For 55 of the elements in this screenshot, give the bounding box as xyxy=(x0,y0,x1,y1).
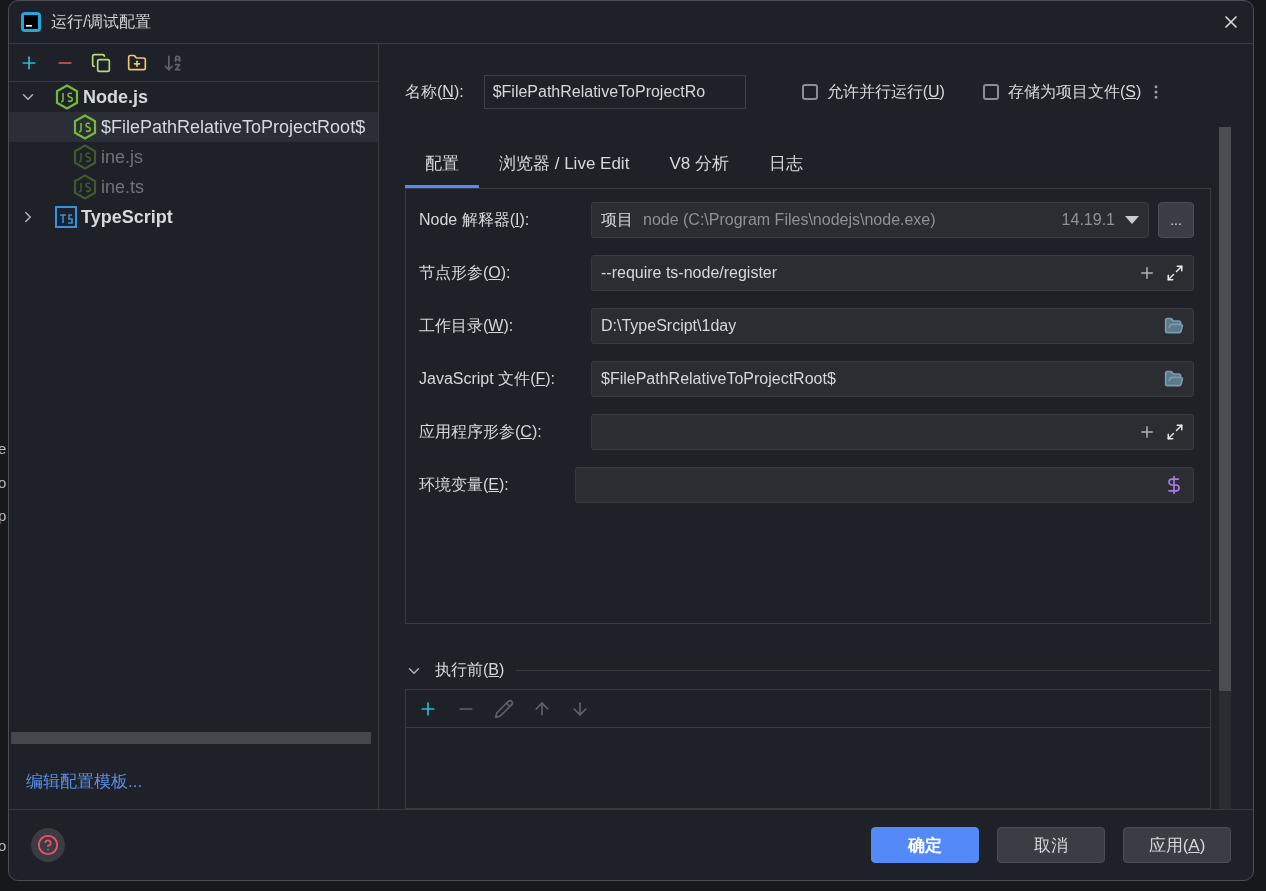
tree-label: ine.ts xyxy=(101,176,145,198)
tree-label: $FilePathRelativeToProjectRoot$ xyxy=(101,116,366,138)
hexagon-icon xyxy=(73,144,97,170)
input-field[interactable] xyxy=(575,467,1194,503)
help-icon xyxy=(37,833,59,857)
add-icon[interactable] xyxy=(1138,423,1156,441)
window-title: 运行/调试配置 xyxy=(51,11,153,32)
tab[interactable]: 浏览器 / Live Edit xyxy=(479,152,650,188)
help-button[interactable] xyxy=(31,828,65,862)
copy-icon[interactable] xyxy=(91,52,111,73)
hexagon-icon xyxy=(73,174,97,200)
checkbox[interactable] xyxy=(982,84,999,100)
input-field[interactable]: --require ts-node/register xyxy=(591,255,1194,291)
vertical-scrollbar[interactable] xyxy=(1219,127,1231,809)
dropdown-caret-icon xyxy=(1125,216,1139,224)
tree-label: ine.js xyxy=(101,146,144,168)
tree-item[interactable]: $FilePathRelativeToProjectRoot$ xyxy=(9,112,378,142)
folder-icon[interactable] xyxy=(1164,316,1184,336)
folder-plus-icon[interactable] xyxy=(127,52,147,73)
input-field[interactable]: D:\TypeSrcipt\1day xyxy=(591,308,1194,344)
expand-icon[interactable] xyxy=(1166,264,1184,282)
app-logo-icon xyxy=(21,12,41,32)
tab[interactable]: 配置 xyxy=(405,152,479,188)
interpreter-dropdown[interactable]: 项目 node (C:\Program Files\nodejs\node.exe) 14.19.1 xyxy=(591,202,1149,238)
hexagon-icon xyxy=(55,84,79,110)
section-title: 执行前(B) xyxy=(435,660,505,681)
tab[interactable]: V8 分析 xyxy=(649,152,749,188)
hexagon-icon xyxy=(73,114,97,140)
tree-item[interactable]: Node.js xyxy=(9,82,378,112)
checkbox-label: 允许并行运行(U) xyxy=(826,81,945,102)
tab[interactable]: 日志 xyxy=(748,152,823,188)
add-icon[interactable] xyxy=(1138,264,1156,282)
field-label: 应用程序形参(C): xyxy=(419,421,543,442)
expand-icon[interactable] xyxy=(1166,423,1184,441)
field-label: 环境变量(E): xyxy=(419,474,510,495)
dialog-button[interactable]: 取消 xyxy=(997,827,1105,863)
input-field[interactable] xyxy=(591,414,1194,450)
tree-item[interactable]: TypeScript xyxy=(9,202,378,232)
checkbox[interactable] xyxy=(801,84,818,100)
browse-button[interactable]: ... xyxy=(1158,202,1194,238)
dialog-button[interactable]: 应用(A) xyxy=(1123,827,1231,863)
name-field[interactable]: $FilePathRelativeToProjectRo xyxy=(483,75,746,109)
square-icon xyxy=(55,206,77,228)
checkbox-label: 存储为项目文件(S) xyxy=(1007,81,1142,102)
field-label: 工作目录(W): xyxy=(419,315,515,336)
field-label: JavaScript 文件(F): xyxy=(419,368,557,389)
tree-label: Node.js xyxy=(83,86,148,108)
input-field[interactable]: $FilePathRelativeToProjectRoot$ xyxy=(591,361,1194,397)
horizontal-scrollbar[interactable] xyxy=(11,732,371,744)
edit-templates-link[interactable]: 编辑配置模板... xyxy=(26,770,378,793)
name-label: 名称(N): xyxy=(405,81,464,102)
folder-icon[interactable] xyxy=(1164,369,1184,389)
field-label: Node 解释器(I): xyxy=(419,209,531,230)
field-label: 节点形参(O): xyxy=(419,262,512,283)
tree-label: TypeScript xyxy=(81,206,173,228)
